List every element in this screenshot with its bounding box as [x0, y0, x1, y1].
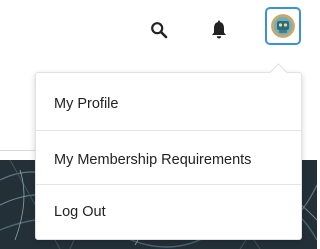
- user-menu-button[interactable]: [265, 7, 301, 45]
- menu-divider: [36, 130, 301, 131]
- avatar: [271, 14, 295, 38]
- user-avatar-icon: [271, 14, 295, 38]
- page-divider: [0, 150, 40, 151]
- user-dropdown-menu: My Profile My Membership Requirements Lo…: [35, 63, 302, 240]
- menu-item-my-membership-requirements[interactable]: My Membership Requirements: [36, 142, 301, 178]
- menu-item-log-out[interactable]: Log Out: [36, 194, 301, 230]
- notifications-button[interactable]: [206, 17, 232, 43]
- page: My Profile My Membership Requirements Lo…: [0, 0, 317, 249]
- dropdown-caret: [269, 63, 288, 82]
- menu-item-my-profile[interactable]: My Profile: [36, 86, 301, 122]
- bell-icon: [212, 20, 226, 39]
- search-button[interactable]: [146, 17, 172, 43]
- search-icon: [151, 22, 168, 39]
- menu-divider: [36, 184, 301, 185]
